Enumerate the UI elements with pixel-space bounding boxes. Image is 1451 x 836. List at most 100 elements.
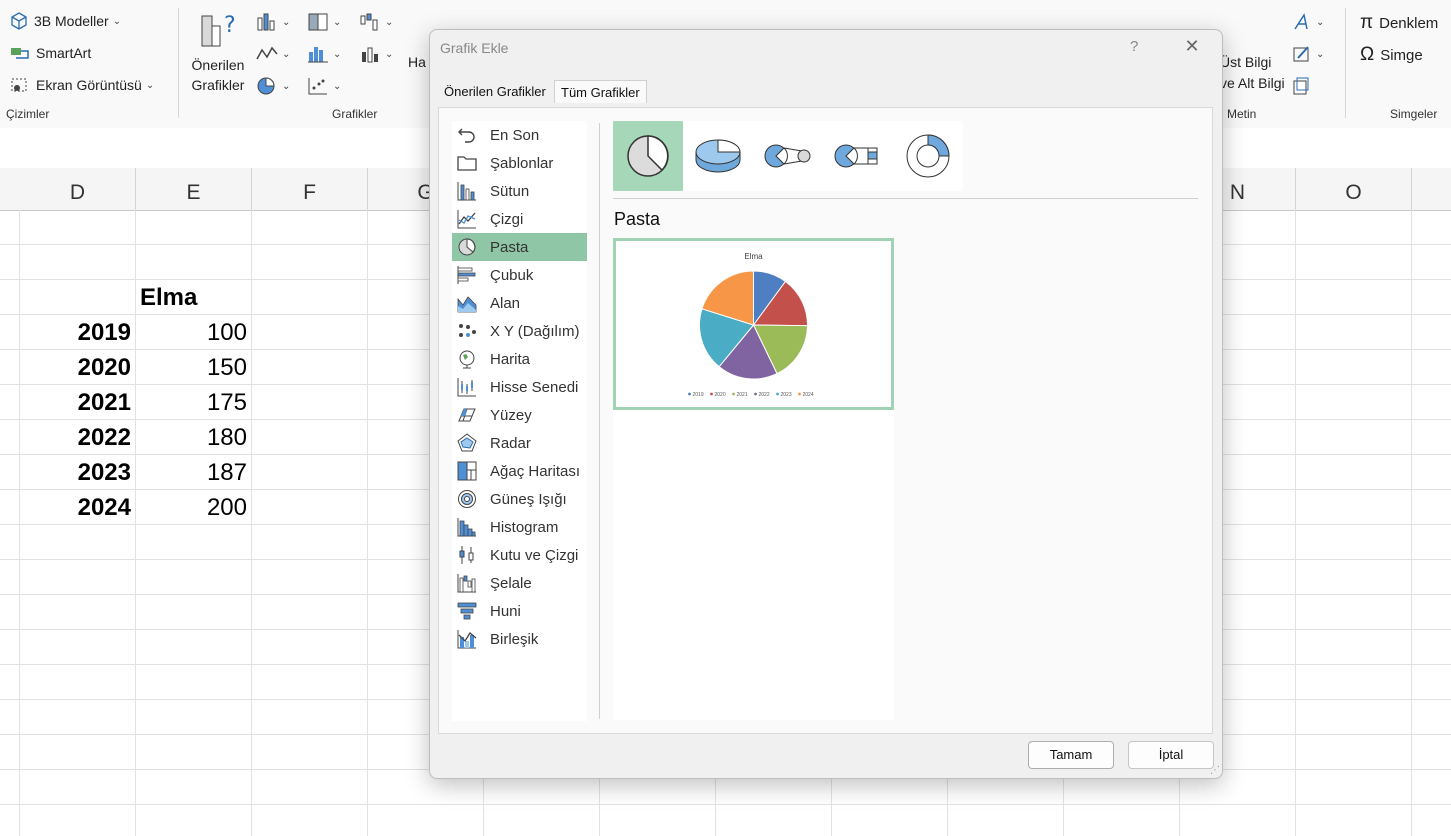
- chart-type-area[interactable]: Alan: [452, 289, 587, 317]
- treemap-chart-icon: [457, 461, 477, 481]
- group-divider: [178, 8, 179, 118]
- subtype-pie[interactable]: [613, 121, 683, 191]
- chart-title: Elma: [744, 252, 763, 261]
- combo-chart-dropdown[interactable]: ⌄: [359, 44, 393, 64]
- smartart-button[interactable]: SmartArt: [10, 44, 91, 62]
- recommended-charts-button[interactable]: ? Önerilen Grafikler: [188, 10, 248, 95]
- pie-icon: [627, 135, 669, 177]
- chart-type-waterfall[interactable]: Şelale: [452, 569, 587, 597]
- chart-type-label: Kutu ve Çizgi: [490, 546, 579, 564]
- resize-grip-icon[interactable]: ⋰: [1210, 765, 1220, 776]
- scatter-chart-dropdown[interactable]: ⌄: [307, 76, 341, 96]
- selected-type-heading: Pasta: [614, 209, 661, 229]
- chart-type-bar[interactable]: Çubuk: [452, 261, 587, 289]
- subtype-pie-of-pie[interactable]: [753, 121, 823, 191]
- pi-icon: π: [1360, 12, 1374, 33]
- chart-type-sunburst[interactable]: Güneş Işığı: [452, 485, 587, 513]
- chart-type-box-whisker[interactable]: Kutu ve Çizgi: [452, 541, 587, 569]
- cell-year[interactable]: 2024: [20, 490, 131, 525]
- ok-button[interactable]: Tamam: [1028, 741, 1114, 769]
- chart-type-funnel[interactable]: Huni: [452, 597, 587, 625]
- object-button[interactable]: [1292, 76, 1310, 96]
- line-chart-dropdown[interactable]: ⌄: [256, 44, 290, 64]
- chart-type-histogram[interactable]: Histogram: [452, 513, 587, 541]
- legend-marker-2023: [776, 392, 779, 396]
- cell-value[interactable]: 180: [136, 420, 247, 455]
- statistic-chart-dropdown[interactable]: ⌄: [307, 44, 341, 64]
- cell-year[interactable]: 2023: [20, 455, 131, 490]
- column-chart-dropdown[interactable]: ⌄: [256, 12, 290, 32]
- 3d-models-button[interactable]: 3B Modeller ⌄: [10, 12, 121, 30]
- waterfall-chart-dropdown[interactable]: ⌄: [359, 12, 393, 32]
- legend-label-2020: 2020: [715, 392, 726, 398]
- omega-icon: Ω: [1360, 44, 1375, 65]
- group-label-drawings: Çizimler: [6, 107, 50, 121]
- cell-value[interactable]: 200: [136, 490, 247, 525]
- column-header-f[interactable]: F: [252, 168, 368, 210]
- chart-type-label: Ağaç Haritası: [490, 462, 581, 480]
- cell-year[interactable]: 2019: [20, 315, 131, 350]
- cell-value[interactable]: 100: [136, 315, 247, 350]
- chart-type-radar[interactable]: Radar: [452, 429, 587, 457]
- chart-type-combo[interactable]: Birleşik: [452, 625, 587, 653]
- chart-type-label: Şelale: [490, 574, 532, 592]
- cell-value[interactable]: 175: [136, 385, 247, 420]
- close-icon[interactable]: ✕: [1180, 36, 1204, 57]
- combo-chart-icon: [362, 47, 378, 63]
- cell-year[interactable]: 2022: [20, 420, 131, 455]
- tab-recommended-charts[interactable]: Önerilen Grafikler: [438, 80, 552, 102]
- chart-type-map[interactable]: Harita: [452, 345, 587, 373]
- tab-all-charts[interactable]: Tüm Grafikler: [554, 80, 647, 103]
- cell-value[interactable]: 150: [136, 350, 247, 385]
- screenshot-button[interactable]: Ekran Görüntüsü ⌄: [10, 76, 154, 94]
- equation-button[interactable]: π Denklem: [1360, 12, 1438, 34]
- dialog-title: Grafik Ekle: [440, 40, 509, 56]
- chart-type-line[interactable]: Çizgi: [452, 205, 587, 233]
- cell-value[interactable]: 187: [136, 455, 247, 490]
- column-header-o[interactable]: O: [1296, 168, 1412, 210]
- pie-chart-dropdown[interactable]: ⌄: [256, 76, 290, 96]
- radar-chart-icon: [457, 433, 477, 452]
- recommended-charts-label-2: Grafikler: [191, 77, 245, 93]
- folder-icon: [457, 156, 477, 171]
- chart-type-stock[interactable]: Hisse Senedi: [452, 373, 587, 401]
- chart-type-column[interactable]: Sütun: [452, 177, 587, 205]
- chart-preview[interactable]: Elma 2019 2020 2021 2022 2023 2024: [613, 238, 894, 410]
- chart-type-treemap[interactable]: Ağaç Haritası: [452, 457, 587, 485]
- cell-year[interactable]: 2020: [20, 350, 131, 385]
- subtype-doughnut[interactable]: [893, 121, 963, 191]
- wordart-dropdown[interactable]: ⌄: [1292, 12, 1324, 32]
- help-icon[interactable]: ?: [1130, 38, 1138, 55]
- cancel-button[interactable]: İptal: [1128, 741, 1214, 769]
- cell-e3-header[interactable]: Elma: [140, 280, 197, 315]
- chart-type-templates[interactable]: Şablonlar: [452, 149, 587, 177]
- scatter-chart-icon: [459, 324, 476, 337]
- recommended-charts-label-1: Önerilen: [191, 57, 245, 73]
- subtype-3d-pie[interactable]: [683, 121, 753, 191]
- heading-divider: [613, 198, 1198, 199]
- header-footer-label-2[interactable]: ve Alt Bilgi: [1220, 75, 1285, 91]
- subtype-bar-of-pie[interactable]: [823, 121, 893, 191]
- chart-type-list: En Son Şablonlar Sütun Çizgi Pasta Çubuk: [452, 121, 587, 721]
- column-header-e[interactable]: E: [136, 168, 252, 210]
- column-header-d[interactable]: D: [20, 168, 136, 210]
- pie-slices: [699, 270, 809, 380]
- chart-type-label: Güneş Işığı: [490, 490, 567, 508]
- chart-type-scatter[interactable]: X Y (Dağılım): [452, 317, 587, 345]
- chart-type-pie[interactable]: Pasta: [452, 233, 587, 261]
- group-divider: [1345, 8, 1346, 118]
- chart-type-recent[interactable]: En Son: [452, 121, 587, 149]
- signature-line-dropdown[interactable]: ⌄: [1292, 44, 1324, 64]
- legend-label-2022: 2022: [759, 392, 770, 398]
- chart-type-label: Çizgi: [490, 210, 524, 228]
- statistic-chart-icon: [308, 47, 328, 63]
- chart-type-surface[interactable]: Yüzey: [452, 401, 587, 429]
- symbol-button[interactable]: Ω Simge: [1360, 44, 1423, 66]
- cell-year[interactable]: 2021: [20, 385, 131, 420]
- chart-type-label: Alan: [490, 294, 521, 312]
- chart-type-label: Radar: [490, 434, 531, 452]
- hierarchy-chart-dropdown[interactable]: ⌄: [307, 12, 341, 32]
- pie-chart-icon: [458, 238, 476, 256]
- maps-button-partial[interactable]: Ha: [408, 54, 426, 70]
- header-footer-label-1[interactable]: Üst Bilgi: [1220, 54, 1271, 70]
